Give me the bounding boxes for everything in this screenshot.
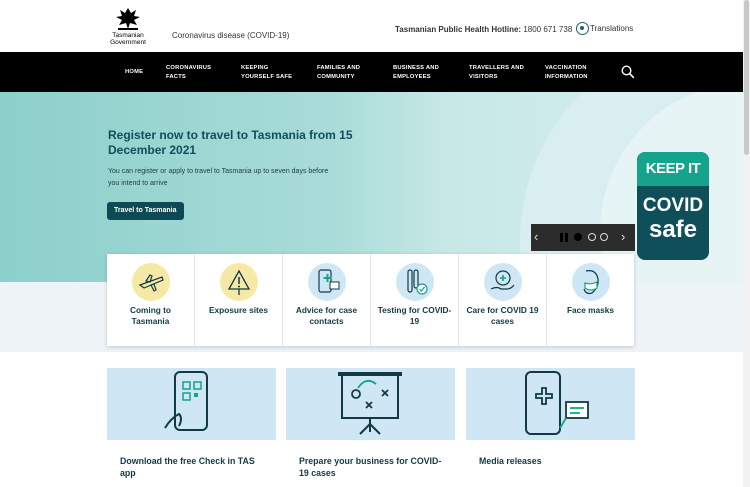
- card-title: Download the free Check in TAS app: [120, 456, 255, 478]
- media-phone-icon: [525, 371, 589, 435]
- quick-link-label: Coming to Tasmania: [129, 305, 171, 326]
- quick-link-advice-for-case-contacts[interactable]: Advice for case contacts: [283, 254, 371, 346]
- travel-to-tasmania-button[interactable]: Travel to Tasmania: [107, 202, 184, 220]
- nav-home[interactable]: HOME: [125, 68, 143, 77]
- carousel-dot-1[interactable]: [574, 233, 582, 241]
- nav-families-and-community[interactable]: FAMILIES AND COMMUNITY: [317, 64, 373, 81]
- translations-link[interactable]: Translations: [576, 22, 633, 35]
- plane-icon: [131, 263, 170, 301]
- card-image: [286, 368, 455, 440]
- logo-text: Tasmanian Government: [110, 32, 146, 46]
- nav-business-and-employees[interactable]: BUSINESS AND EMPLOYEES: [393, 64, 449, 81]
- translations-label: Translations: [590, 24, 634, 33]
- hotline: Tasmanian Public Health Hotline: 1800 67…: [395, 25, 572, 34]
- card-check-in-tas-app[interactable]: Download the free Check in TAS app: [107, 368, 276, 487]
- carousel-dot-3[interactable]: [600, 233, 608, 241]
- card-title: Media releases: [479, 456, 542, 466]
- carousel-controls: ‹ ›: [531, 224, 635, 251]
- badge-line-2: COVID: [642, 195, 704, 216]
- nav-keeping-yourself-safe[interactable]: KEEPING YOURSELF SAFE: [241, 64, 297, 81]
- quick-link-label: Testing for COVID-19: [377, 305, 452, 326]
- quick-link-exposure-sites[interactable]: Exposure sites: [195, 254, 283, 346]
- quick-link-label: Advice for case contacts: [295, 305, 358, 326]
- hotline-number[interactable]: 1800 671 738: [523, 25, 572, 34]
- quick-link-face-masks[interactable]: Face masks: [547, 254, 634, 346]
- qr-phone-icon: [164, 371, 208, 431]
- translate-icon: [576, 22, 589, 35]
- nav-coronavirus-facts[interactable]: CORONAVIRUS FACTS: [166, 64, 221, 81]
- badge-line-1: KEEP IT: [645, 160, 701, 177]
- carousel-dot-2[interactable]: [588, 233, 596, 241]
- face-mask-icon: [571, 263, 610, 301]
- hotline-label: Tasmanian Public Health Hotline:: [395, 25, 522, 34]
- card-image: [107, 368, 276, 440]
- carousel-next-icon[interactable]: ›: [621, 230, 631, 244]
- card-media-releases[interactable]: Media releases: [466, 368, 635, 487]
- search-icon[interactable]: [621, 65, 635, 79]
- care-hand-icon: [483, 263, 522, 301]
- tasmanian-government-logo[interactable]: Tasmanian Government: [106, 6, 150, 48]
- scrollbar-thumb[interactable]: [744, 0, 749, 155]
- tasmanian-devil-crest-icon: [116, 8, 140, 30]
- carousel-prev-icon[interactable]: ‹: [534, 230, 544, 244]
- quick-link-care-for-covid-19-cases[interactable]: Care for COVID 19 cases: [459, 254, 547, 346]
- card-image: [466, 368, 635, 440]
- main-navigation: HOME CORONAVIRUS FACTS KEEPING YOURSELF …: [0, 52, 743, 92]
- card-prepare-your-business[interactable]: Prepare your business for COVID-19 cases: [286, 368, 455, 487]
- warning-icon: [219, 263, 258, 301]
- scrollbar[interactable]: [743, 0, 750, 487]
- badge-line-3: safe: [648, 216, 698, 243]
- quick-link-label: Care for COVID 19 cases: [466, 305, 539, 326]
- covid-disease-link[interactable]: Coronavirus disease (COVID-19): [172, 31, 289, 40]
- card-title: Prepare your business for COVID-19 cases: [299, 456, 442, 478]
- page: Tasmanian Government Coronavirus disease…: [0, 0, 750, 487]
- phone-cross-icon: [307, 263, 346, 301]
- site-header: Tasmanian Government Coronavirus disease…: [0, 0, 743, 52]
- quick-link-label: Exposure sites: [208, 305, 269, 315]
- carousel-pause-icon[interactable]: [560, 233, 568, 242]
- nav-vaccination-information[interactable]: VACCINATION INFORMATION: [545, 64, 603, 81]
- hero-description: You can register or apply to travel to T…: [108, 168, 329, 187]
- quick-links-panel: Coming to Tasmania Exposure sites Advice…: [107, 254, 634, 346]
- keep-it-covid-safe-badge: KEEP IT COVID safe: [637, 152, 709, 260]
- test-tube-icon: [395, 263, 434, 301]
- quick-link-label: Face masks: [566, 305, 615, 315]
- nav-travellers-and-visitors[interactable]: TRAVELLERS AND VISITORS: [469, 64, 527, 81]
- quick-link-testing-for-covid-19[interactable]: Testing for COVID-19: [371, 254, 459, 346]
- strategy-board-icon: [338, 372, 402, 435]
- hero-title: Register now to travel to Tasmania from …: [108, 128, 353, 157]
- quick-link-coming-to-tasmania[interactable]: Coming to Tasmania: [107, 254, 195, 346]
